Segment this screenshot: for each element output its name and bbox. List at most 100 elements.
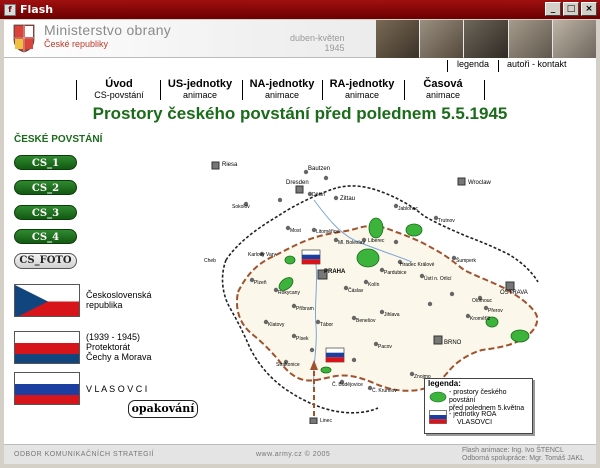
town-dot [427, 301, 433, 307]
map-city-label: Liberec [368, 238, 385, 244]
legend-item-roa: - jednotky ROA VLASOVCI [449, 411, 496, 427]
legend-item-text: - jednotky ROA [449, 411, 497, 418]
header-photo [420, 20, 464, 58]
map-city-label: BRNO [444, 340, 462, 346]
map-city-label: OSTRAVA [500, 290, 528, 296]
nav-item-na-jednotky[interactable]: NA-jednotky animace [246, 78, 318, 100]
header-photo-strip [376, 20, 596, 58]
uprising-area-hk [356, 248, 380, 268]
town-dot [351, 357, 357, 363]
cs2-button[interactable]: CS_2 [14, 180, 77, 195]
map-city-label: Kolín [368, 282, 380, 288]
flash-app-icon: f [4, 3, 16, 16]
town-dot [323, 175, 329, 181]
nav-item-us-jednotky[interactable]: US-jednotky animace [164, 78, 236, 100]
cs1-button[interactable]: CS_1 [14, 155, 77, 170]
nav-item-uvod[interactable]: Úvod CS-povstání [86, 78, 152, 100]
cs3-button[interactable]: CS_3 [14, 205, 77, 220]
map-city-label: Písek [296, 336, 309, 342]
nav-item-subtitle: animace [182, 90, 218, 100]
map-city-label: Děčín [312, 192, 325, 198]
city-marker-ostrava [505, 281, 515, 291]
flag-label-vlasovci: V L A S O V C I [86, 384, 148, 394]
nav-item-ra-jednotky[interactable]: RA-jednotky animace [326, 78, 398, 100]
nav-item-title: US-jednotky [167, 78, 233, 90]
map-city-label: Olomouc [472, 298, 493, 304]
map-city-label: Linec [320, 418, 332, 424]
map-city-label: Benešov [356, 318, 376, 324]
map-city-label: Čáslav [348, 287, 364, 294]
map-city-label: Jihlava [384, 312, 400, 318]
map-city-label: Rokycany [278, 290, 300, 296]
close-button[interactable]: × [581, 2, 597, 16]
republic-name: České republiky [44, 39, 109, 49]
town-dot [309, 347, 315, 353]
flash-stage: Ministerstvo obrany České republiky dube… [4, 20, 596, 464]
date-range-year: 1945 [324, 43, 345, 53]
town-dot [393, 239, 399, 245]
footer-credit-line: Odborná spolupráce: Mgr. Tomáš JAKL [461, 455, 584, 462]
nav-separator [76, 80, 77, 100]
map-city-label: Sokolov [232, 204, 250, 210]
legend-item-uprising: - prostory českého povstání před poledne… [449, 389, 532, 413]
nav-item-subtitle: CS-povstání [94, 90, 144, 100]
cs-foto-button[interactable]: CS_FOTO [14, 253, 77, 269]
nav-separator [160, 80, 161, 100]
map-city-label: Litoměřice [316, 229, 339, 235]
footer-credits: Flash animace: Ing. Ivo ŠTENCL Odborná s… [462, 447, 584, 463]
nav-item-casova[interactable]: Časová animace [408, 78, 478, 100]
cs4-button[interactable]: CS_4 [14, 229, 77, 244]
header-photo [508, 20, 552, 58]
map-city-label: Hradec Králové [400, 262, 435, 268]
flag-label-csr: Československá republika [86, 290, 152, 310]
nav-item-title: Časová [423, 78, 463, 90]
flag-label-line: Čechy a Morava [86, 352, 152, 362]
flag-label-line: republika [86, 300, 123, 310]
flag-label-line: Protektorát [86, 342, 131, 352]
nav-separator [242, 80, 243, 100]
town-dot [333, 195, 339, 201]
vlasov-unit-marker [325, 347, 345, 363]
sidebar-label: ČESKÉ POVSTÁNÍ [14, 134, 103, 145]
legend-title: legenda: [428, 379, 461, 388]
ministry-name: Ministerstvo obrany [44, 22, 172, 38]
uprising-area-budejovice [320, 366, 332, 374]
link-separator [498, 60, 499, 72]
page-title: Prostory českého povstání před polednem … [92, 104, 508, 123]
nav-item-subtitle: animace [264, 90, 300, 100]
flag-label-line: (1939 - 1945) [86, 332, 141, 342]
uprising-area-nachod [405, 223, 423, 237]
vlasov-flag [14, 372, 80, 405]
vlasov-unit-marker [301, 249, 321, 265]
authors-contact-link[interactable]: autoři - kontakt [507, 59, 567, 69]
footer-department: ODBOR KOMUNIKAČNÍCH STRATEGIÍ [14, 451, 154, 458]
minimize-button[interactable]: _ [545, 2, 561, 16]
vlasov-unit-legend-icon [429, 410, 447, 424]
footer-copyright: www.army.cz © 2005 [256, 451, 331, 458]
nav-separator [404, 80, 405, 100]
top-links: legenda autoři - kontakt [4, 59, 596, 73]
nav-item-title: RA-jednotky [329, 78, 395, 90]
map-city-label: Klatovy [268, 322, 285, 328]
nav-separator [322, 80, 323, 100]
map-city-label: Wroclaw [468, 180, 492, 186]
uprising-area-vsetin [510, 329, 530, 343]
uprising-area-legend-icon [429, 391, 447, 403]
legend-link[interactable]: legenda [457, 59, 489, 69]
map-city-label: Jablonec [398, 206, 419, 212]
city-marker-riesa [211, 161, 220, 170]
map-legend: legenda: - prostory českého povstání pře… [424, 378, 533, 434]
header-photo [552, 20, 596, 58]
nav-separator [484, 80, 485, 100]
city-marker-dresden [295, 185, 304, 194]
map-city-label: Ústí n. Orlicí [424, 275, 452, 282]
map-city-label: Šumperk [456, 257, 477, 264]
footer-credit-line: Flash animace: Ing. Ivo ŠTENCL [461, 447, 564, 454]
uprising-area-kladno [284, 255, 296, 265]
uprising-area-liberec [368, 217, 384, 239]
map-city-label: Trutnov [438, 218, 455, 224]
map-city-label: Karlovy Vary [248, 252, 276, 258]
map-city-label: Bautzen [308, 166, 330, 172]
maximize-button[interactable]: □ [563, 2, 579, 16]
nav-item-title: NA-jednotky [249, 78, 315, 90]
